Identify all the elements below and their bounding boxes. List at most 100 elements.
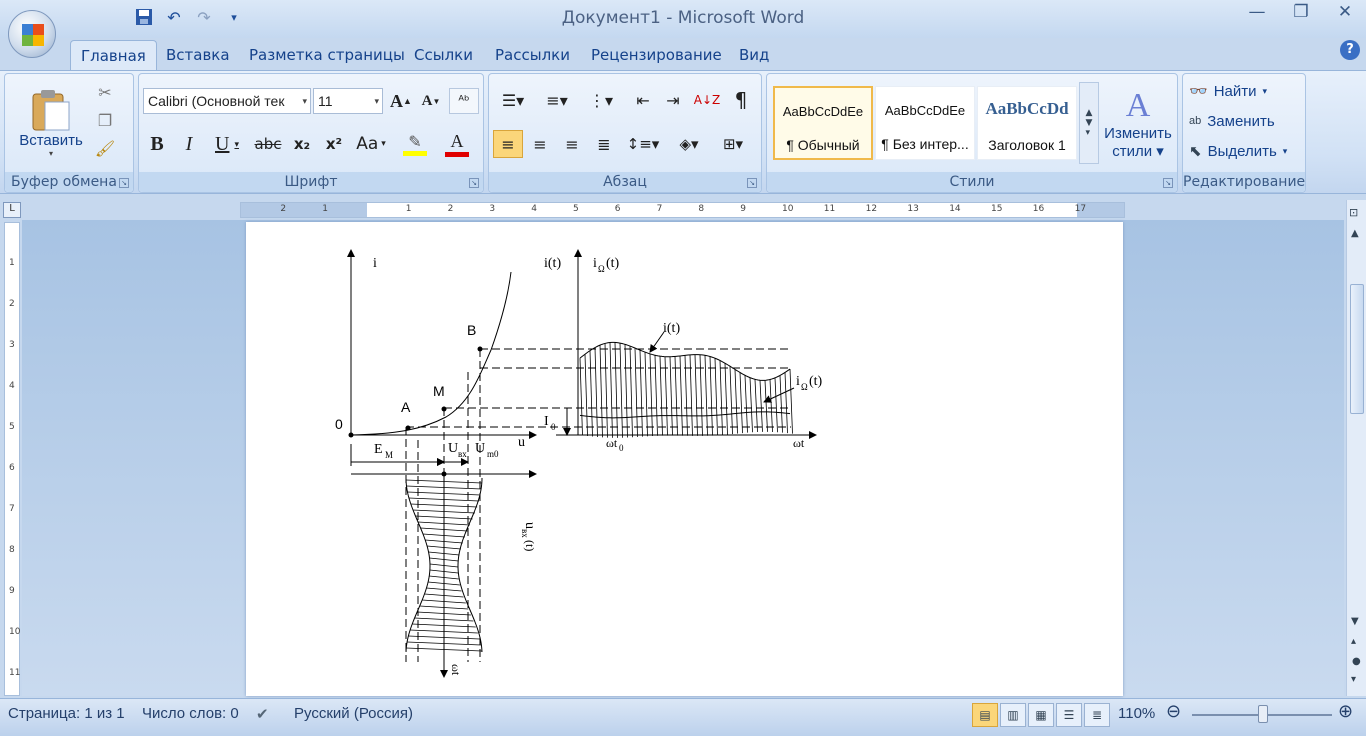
decrease-indent-icon[interactable]: ⇤	[629, 86, 657, 114]
clipboard-icon	[32, 90, 70, 131]
editing-group-label: Редактирование	[1183, 172, 1306, 192]
styles-launcher-icon[interactable]: ↘	[1163, 178, 1173, 188]
format-painter-icon[interactable]: 🖌	[93, 136, 117, 160]
justify-icon[interactable]: ≣	[589, 130, 619, 158]
zoom-in-icon[interactable]: ⊕	[1338, 701, 1353, 722]
style-no-spacing[interactable]: AaBbCcDdEe ¶ Без интер...	[875, 86, 975, 160]
find-button[interactable]: 👓 Найти ▾	[1189, 78, 1267, 104]
scroll-up-icon[interactable]: ▲	[1351, 228, 1359, 239]
subscript-button[interactable]: x₂	[287, 130, 317, 158]
zoom-level[interactable]: 110%	[1118, 705, 1155, 722]
line-spacing-icon[interactable]: ↕≡▾	[623, 130, 663, 158]
style-heading-1[interactable]: AaBbCcDd Заголовок 1	[977, 86, 1077, 160]
maximize-icon[interactable]: ❐	[1290, 2, 1312, 24]
shrink-font-button[interactable]: A ▼	[417, 88, 445, 114]
word-count[interactable]: Число слов: 0	[142, 705, 239, 722]
superscript-button[interactable]: x²	[319, 130, 349, 158]
office-logo-icon	[22, 24, 44, 46]
scroll-thumb[interactable]	[1350, 284, 1364, 414]
prev-page-icon[interactable]: ▴	[1351, 636, 1356, 647]
print-layout-icon[interactable]: ▤	[972, 703, 998, 727]
proofing-icon[interactable]: ✔	[256, 705, 269, 723]
horizontal-ruler[interactable]: 2 1 1 2 3 4 5 6 7 8 9 10 11 12 13 14 15 16 17	[240, 202, 1125, 218]
tab-mailings[interactable]: Рассылки	[485, 42, 580, 70]
next-page-icon[interactable]: ▾	[1351, 674, 1356, 685]
tab-insert[interactable]: Вставка	[156, 42, 240, 70]
tab-selector-icon[interactable]: L	[3, 202, 21, 218]
office-button[interactable]	[8, 10, 56, 58]
styles-scroll[interactable]: ▲ ▼ ▾	[1079, 82, 1099, 164]
align-right-icon[interactable]: ≡	[557, 130, 587, 158]
ruler-toggle-icon[interactable]: ⊡	[1349, 206, 1358, 219]
ribbon: Вставить ▾ ✂ ❐ 🖌 Буфер обмена ↘ Calibri …	[0, 70, 1366, 194]
outline-icon[interactable]: ☰	[1056, 703, 1082, 727]
ruler-tick: 14	[949, 204, 961, 214]
fig-omega-t-down: ωt	[449, 664, 463, 676]
fig-uvx-t: u	[522, 522, 537, 529]
bullets-icon[interactable]: ☰▾	[493, 86, 533, 114]
copy-icon[interactable]: ❐	[93, 108, 117, 132]
font-size-select[interactable]: 11 ▾	[313, 88, 383, 114]
document-page[interactable]: i 0 A M B u EM Uвх Um0 u вх (t) ωt i(t) iΩ…	[246, 222, 1123, 696]
replace-button[interactable]: ab Заменить	[1189, 108, 1275, 134]
increase-indent-icon[interactable]: ⇥	[659, 86, 687, 114]
close-icon[interactable]: ✕	[1334, 2, 1356, 24]
font-launcher-icon[interactable]: ↘	[469, 178, 479, 188]
minimize-icon[interactable]: —	[1246, 2, 1268, 24]
full-screen-reading-icon[interactable]: ▥	[1000, 703, 1026, 727]
change-styles-icon: A	[1125, 86, 1151, 124]
group-styles: AaBbCcDdEe ¶ Обычный AaBbCcDdEe ¶ Без инте…	[766, 73, 1178, 193]
tab-references[interactable]: Ссылки	[404, 42, 483, 70]
zoom-out-icon[interactable]: ⊖	[1166, 701, 1181, 722]
sort-icon[interactable]: A↓Z	[693, 86, 721, 114]
svg-text:вх: вх	[458, 449, 467, 459]
align-center-icon[interactable]: ≡	[525, 130, 555, 158]
page-count[interactable]: Страница: 1 из 1	[8, 705, 125, 722]
font-color-button[interactable]: A	[437, 130, 477, 158]
clear-format-icon[interactable]: ᴬᵇ	[449, 88, 479, 114]
tab-page-layout[interactable]: Разметка страницы	[239, 42, 415, 70]
italic-button[interactable]: I	[175, 130, 203, 158]
vertical-ruler[interactable]: 1 2 3 4 5 6 7 8 9 10 11	[4, 222, 20, 696]
fig-omega-t: ωt	[793, 436, 805, 450]
change-styles-button[interactable]: A Изменить стили ▾	[1103, 78, 1173, 168]
current-oscillation	[579, 342, 793, 438]
paste-button[interactable]: Вставить ▾	[13, 78, 89, 168]
highlight-button[interactable]: ✎	[395, 130, 435, 158]
ruler-tick: 2	[9, 299, 15, 309]
zoom-slider-thumb[interactable]	[1258, 705, 1268, 723]
grow-font-button[interactable]: A ▲	[387, 88, 415, 114]
web-layout-icon[interactable]: ▦	[1028, 703, 1054, 727]
clipboard-launcher-icon[interactable]: ↘	[119, 178, 129, 188]
binoculars-icon: 👓	[1189, 83, 1208, 100]
browse-object-icon[interactable]: ●	[1352, 656, 1361, 667]
fig-curve-i: i(t)	[663, 321, 680, 336]
bold-button[interactable]: B	[143, 130, 171, 158]
align-left-icon[interactable]: ≡	[493, 130, 523, 158]
numbering-icon[interactable]: ≡▾	[537, 86, 577, 114]
strikethrough-button[interactable]: abc	[251, 130, 285, 158]
borders-icon[interactable]: ⊞▾	[713, 130, 753, 158]
font-family-select[interactable]: Calibri (Основной тек ▾	[143, 88, 311, 114]
ruler-tick: 8	[9, 545, 15, 555]
ruler-tick: 15	[991, 204, 1003, 214]
vertical-scrollbar[interactable]: ⊡ ▲ ▼ ▴ ● ▾	[1346, 200, 1366, 696]
help-icon[interactable]: ?	[1340, 40, 1360, 60]
show-marks-button[interactable]: ¶	[727, 86, 755, 114]
style-normal[interactable]: AaBbCcDdEe ¶ Обычный	[773, 86, 873, 160]
window-title: Документ1 - Microsoft Word	[561, 8, 805, 28]
tab-home[interactable]: Главная	[70, 40, 157, 72]
select-button[interactable]: ⬉ Выделить ▾	[1189, 138, 1287, 164]
multilevel-list-icon[interactable]: ⋮▾	[581, 86, 621, 114]
scroll-down-icon[interactable]: ▼	[1351, 616, 1359, 627]
svg-text:(t): (t)	[809, 374, 823, 389]
shading-icon[interactable]: ◈▾	[669, 130, 709, 158]
paragraph-launcher-icon[interactable]: ↘	[747, 178, 757, 188]
change-case-button[interactable]: Aa ▾	[351, 130, 391, 158]
draft-icon[interactable]: ≣	[1084, 703, 1110, 727]
tab-view[interactable]: Вид	[729, 42, 779, 70]
underline-button[interactable]: U ▾	[207, 130, 247, 158]
tab-review[interactable]: Рецензирование	[581, 42, 732, 70]
cut-icon[interactable]: ✂	[93, 80, 117, 104]
language[interactable]: Русский (Россия)	[294, 705, 413, 722]
